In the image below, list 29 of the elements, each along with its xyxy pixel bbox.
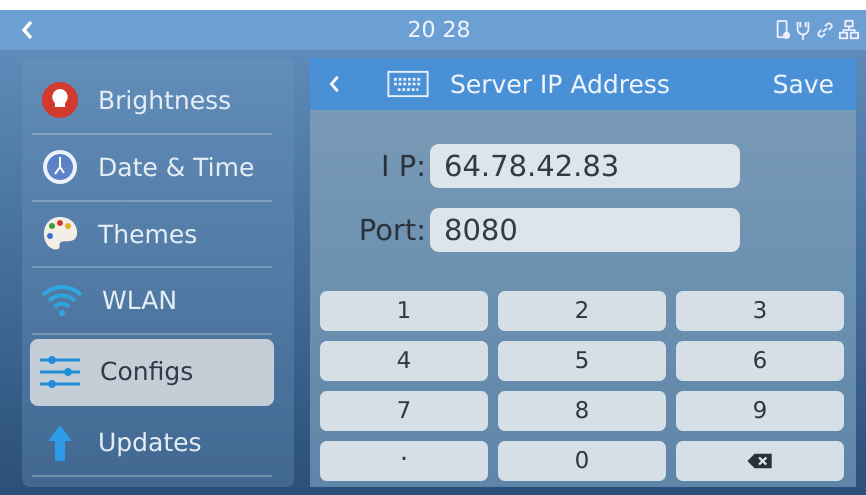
- clock-time: 20 28: [408, 18, 470, 42]
- keypad-key[interactable]: 4: [320, 341, 488, 381]
- lightbulb-icon: [40, 80, 80, 120]
- backspace-icon: [746, 452, 774, 470]
- keypad-key[interactable]: 6: [676, 341, 844, 381]
- sidebar-item[interactable]: Configs: [30, 339, 274, 406]
- keypad-key[interactable]: [676, 441, 844, 481]
- field-label: I P:: [380, 149, 426, 183]
- keypad-key[interactable]: 9: [676, 391, 844, 431]
- keypad-key[interactable]: 3: [676, 291, 844, 331]
- keypad-key[interactable]: 8: [498, 391, 666, 431]
- keyboard-icon[interactable]: [386, 70, 430, 98]
- keypad-key[interactable]: 7: [320, 391, 488, 431]
- sidebar-item[interactable]: Updates: [32, 410, 272, 477]
- sidebar-item[interactable]: WLAN: [32, 268, 272, 336]
- network-icon: [838, 19, 860, 41]
- usb-drive-icon: [774, 19, 792, 41]
- wifi-icon: [40, 282, 84, 319]
- sidebar-item[interactable]: Themes: [32, 202, 272, 268]
- panel-title: Server IP Address: [450, 70, 670, 98]
- keypad-key[interactable]: 0: [498, 441, 666, 481]
- keypad-key[interactable]: 2: [498, 291, 666, 331]
- plug-icon: [794, 19, 812, 41]
- input-field[interactable]: 8080: [430, 208, 740, 252]
- input-field[interactable]: 64.78.42.83: [430, 144, 740, 188]
- keypad-key[interactable]: .: [320, 441, 488, 481]
- keypad-key[interactable]: 5: [498, 341, 666, 381]
- keypad-key[interactable]: 1: [320, 291, 488, 331]
- field-label: Port:: [358, 213, 426, 247]
